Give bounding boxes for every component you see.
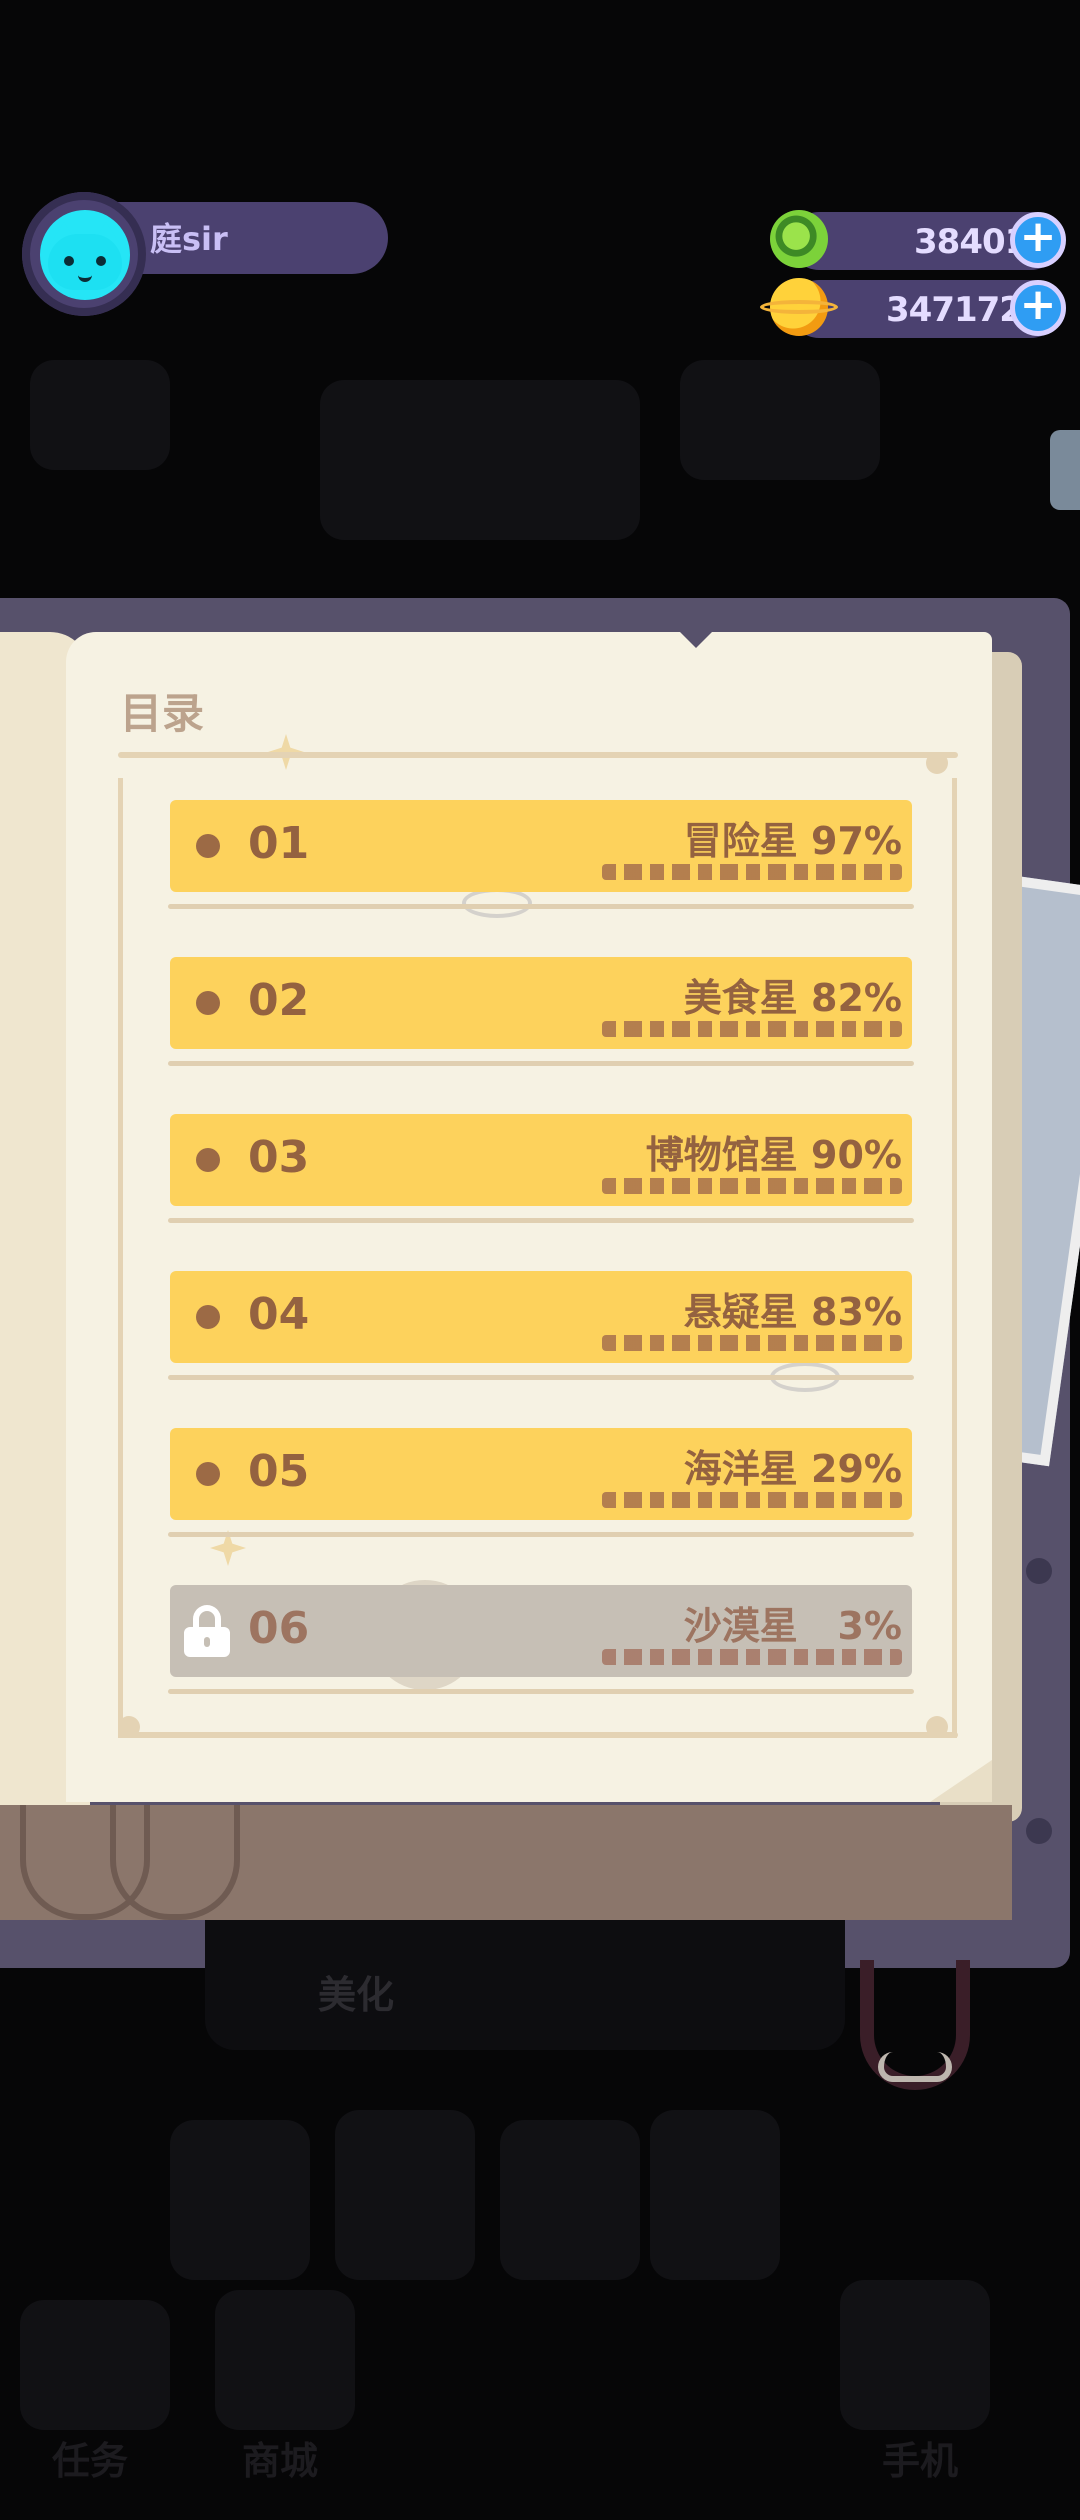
chapter-decoration	[602, 864, 902, 880]
frame-left-line	[118, 778, 123, 1738]
lock-keyhole	[204, 1637, 210, 1647]
chapter-percent: 83%	[811, 1290, 902, 1334]
planet-coin-icon	[760, 278, 838, 336]
cover-rivet	[1026, 1558, 1052, 1584]
frame-right-line	[952, 778, 957, 1738]
background-card-shape	[335, 2110, 475, 2280]
chapter-row-06-locked[interactable]: 06 沙漠星 3%	[168, 1585, 914, 1694]
chapter-title: 博物馆星 90%	[646, 1124, 902, 1179]
avatar[interactable]	[40, 210, 130, 300]
chapter-percent: 82%	[811, 976, 902, 1020]
chapter-percent: 3%	[837, 1604, 902, 1648]
chapter-decoration	[602, 1021, 902, 1037]
background-card-shape	[500, 2120, 640, 2280]
chapter-bullet	[196, 991, 220, 1015]
chapter-number: 04	[248, 1289, 310, 1340]
chapter-name: 海洋星	[683, 1447, 798, 1491]
chapter-title: 海洋星 29%	[684, 1438, 902, 1493]
chapter-number: 01	[248, 818, 310, 869]
chapter-percent: 97%	[811, 819, 902, 863]
side-scissors-tab[interactable]	[1050, 430, 1080, 510]
chapter-name: 博物馆星	[645, 1133, 798, 1177]
bookmark-notch	[680, 632, 712, 648]
chapter-bullet	[196, 1305, 220, 1329]
frame-corner-dot	[926, 752, 948, 774]
background-machine-shape	[320, 380, 640, 540]
chapter-underline	[168, 1218, 914, 1223]
chapter-number: 02	[248, 975, 310, 1026]
page-title: 目录	[120, 689, 205, 738]
add-donut-currency-button[interactable]: +	[1010, 212, 1066, 268]
chapter-name: 冒险星	[683, 819, 798, 863]
chapter-bullet	[196, 1462, 220, 1486]
chapter-row-01[interactable]: 01 冒险星 97%	[168, 800, 914, 909]
nav-phone-label: 手机	[882, 2439, 959, 2483]
chapter-underline	[168, 904, 914, 909]
frame-corner-dot	[118, 1716, 140, 1738]
chapter-decoration	[602, 1178, 902, 1194]
avatar-eye-left	[64, 256, 74, 266]
chapter-title: 美食星 82%	[684, 967, 902, 1022]
chapter-title: 沙漠星 3%	[684, 1595, 902, 1650]
chapter-name: 悬疑星	[683, 1290, 798, 1334]
chapter-percent: 90%	[811, 1133, 902, 1177]
add-planet-currency-button[interactable]: +	[1010, 280, 1066, 336]
chapter-underline	[168, 1375, 914, 1380]
background-sign-shape	[680, 360, 880, 480]
phone-nav-icon	[840, 2280, 990, 2430]
frame-top-line	[118, 752, 958, 758]
book-spine	[0, 1805, 1012, 1920]
cover-rivet	[1026, 1818, 1052, 1844]
chapter-bullet	[196, 1148, 220, 1172]
chapter-title: 冒险星 97%	[684, 810, 902, 865]
beautify-tab-background	[205, 1920, 845, 2050]
chapter-decoration	[602, 1335, 902, 1351]
chapter-number: 06	[248, 1603, 310, 1654]
chapter-underline	[168, 1689, 914, 1694]
tasks-nav-icon	[20, 2300, 170, 2430]
player-name: 庭sir	[150, 220, 228, 258]
chapter-row-05[interactable]: 05 海洋星 29%	[168, 1428, 914, 1537]
chapter-number: 03	[248, 1132, 310, 1183]
chapter-row-02[interactable]: 02 美食星 82%	[168, 957, 914, 1066]
frame-bottom-line	[118, 1732, 958, 1738]
chapter-underline	[168, 1532, 914, 1537]
frame-corner-dot	[926, 1716, 948, 1738]
chapter-underline	[168, 1061, 914, 1066]
chapter-name: 美食星	[683, 976, 798, 1020]
beautify-label: 美化	[318, 1973, 395, 2017]
chapter-decoration	[602, 1492, 902, 1508]
chapter-number: 05	[248, 1446, 310, 1497]
chapter-row-04[interactable]: 04 悬疑星 83%	[168, 1271, 914, 1380]
nav-shop-label: 商城	[242, 2439, 319, 2483]
shop-nav-icon	[215, 2290, 355, 2430]
chapter-percent: 29%	[811, 1447, 902, 1491]
green-donut-coin-icon	[770, 210, 828, 268]
background-card-shape	[650, 2110, 780, 2280]
lock-icon	[182, 1605, 232, 1657]
spine-curl	[110, 1805, 240, 1920]
avatar-eye-right	[96, 256, 106, 266]
chapter-row-03[interactable]: 03 博物馆星 90%	[168, 1114, 914, 1223]
background-card-shape	[170, 2120, 310, 2280]
chapter-name: 沙漠星	[683, 1604, 798, 1648]
nav-tasks-label: 任务	[52, 2439, 129, 2483]
chapter-decoration	[602, 1649, 902, 1665]
book-ring-handle	[860, 1960, 970, 2090]
chapter-bullet	[196, 834, 220, 858]
help-sign-shape	[30, 360, 170, 470]
chapter-title: 悬疑星 83%	[684, 1281, 902, 1336]
faint-ring-decoration	[462, 888, 532, 918]
